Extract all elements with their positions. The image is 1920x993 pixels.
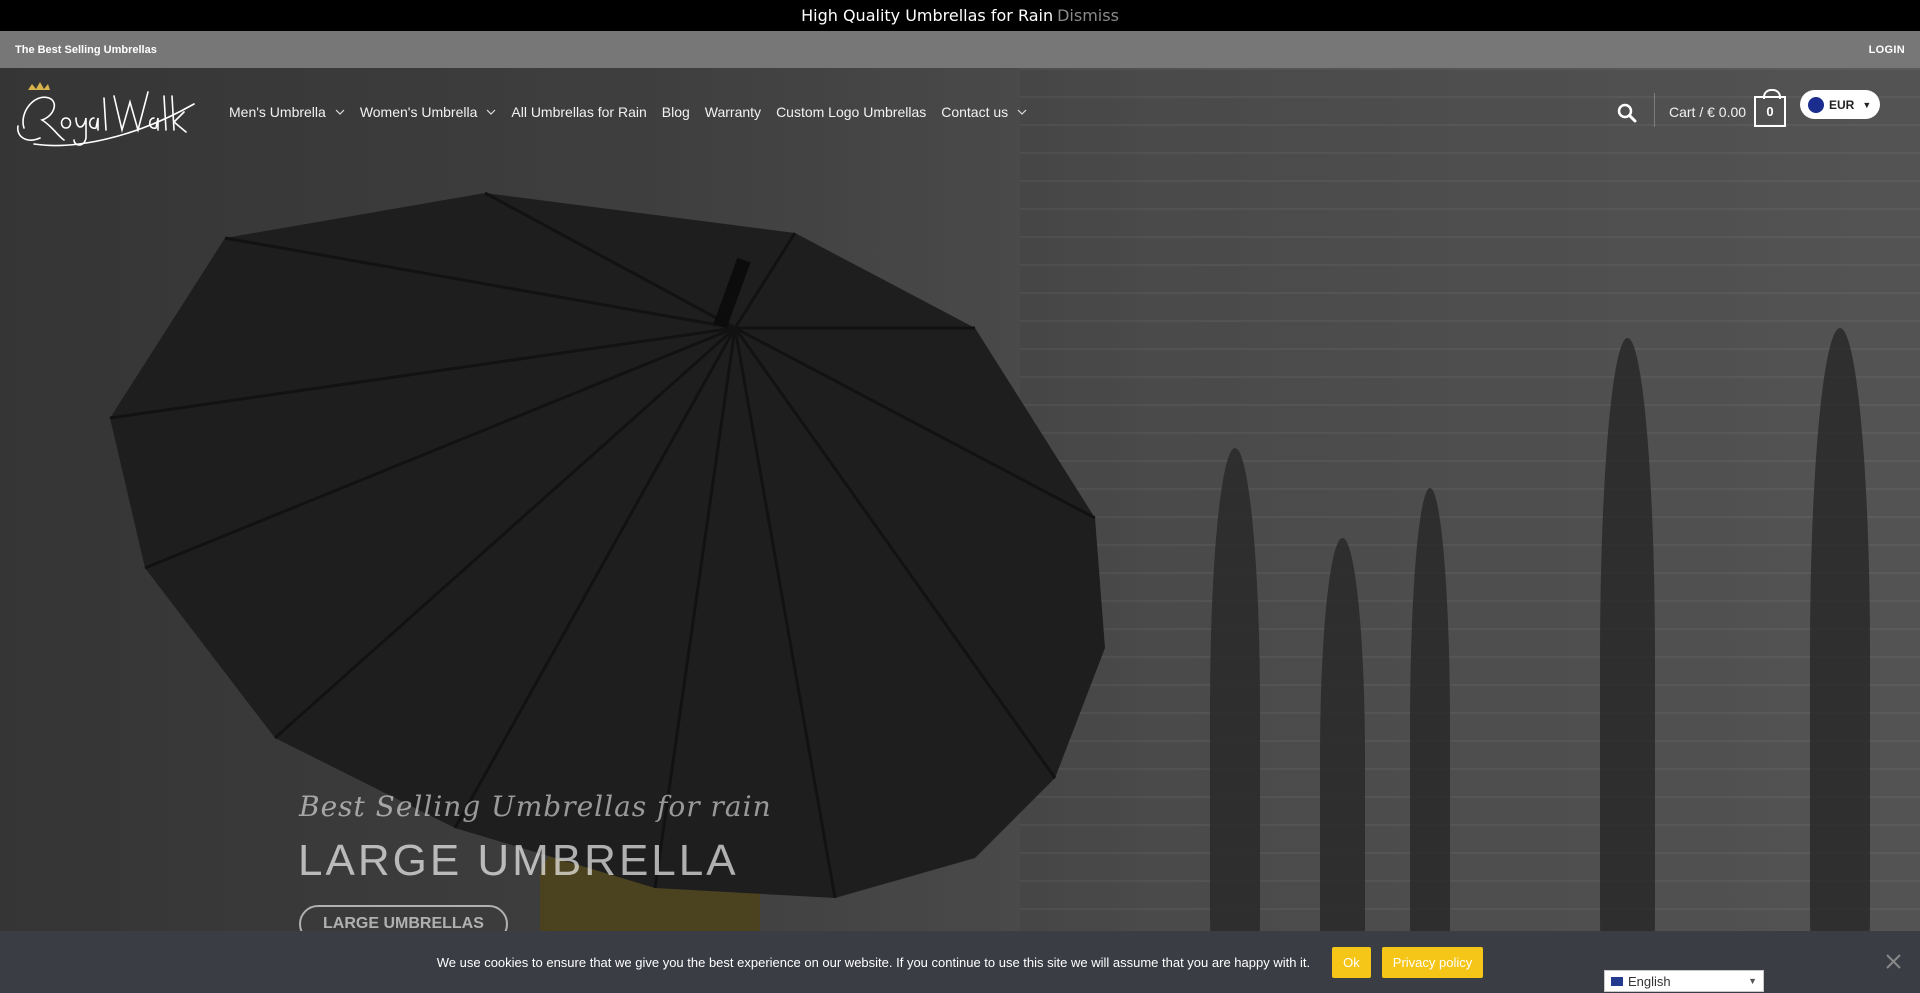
currency-label: EUR	[1829, 97, 1855, 112]
chevron-down-icon	[335, 109, 345, 115]
hero-headline: LARGE UMBRELLA	[298, 836, 739, 885]
announcement-bar: High Quality Umbrellas for Rain Dismiss	[0, 0, 1920, 31]
nav-item-custom-logo-umbrellas[interactable]: Custom Logo Umbrellas	[776, 104, 926, 120]
site-header: Men's Umbrella Women's Umbrella All Umbr…	[0, 68, 1920, 158]
nav-item-warranty[interactable]: Warranty	[705, 104, 761, 120]
dismiss-link[interactable]: Dismiss	[1057, 6, 1119, 25]
top-bar: The Best Selling Umbrellas LOGIN	[0, 31, 1920, 68]
chevron-down-icon	[1017, 109, 1027, 115]
announcement-text: High Quality Umbrellas for Rain	[801, 6, 1054, 25]
caret-down-icon: ▼	[1862, 99, 1872, 110]
hero-overlay	[0, 68, 1920, 993]
nav-item-womens-umbrella[interactable]: Women's Umbrella	[360, 104, 497, 120]
cart-count-badge[interactable]: 0	[1754, 89, 1786, 127]
cookie-message: We use cookies to ensure that we give yo…	[436, 954, 1311, 970]
close-icon[interactable]	[1885, 953, 1902, 970]
nav-item-contact-us[interactable]: Contact us	[941, 104, 1027, 120]
nav-item-blog[interactable]: Blog	[662, 104, 690, 120]
nav-item-label: Contact us	[941, 104, 1009, 120]
cart-link[interactable]: Cart / € 0.00	[1669, 104, 1746, 120]
nav-item-label: All Umbrellas for Rain	[511, 104, 647, 120]
caret-down-icon: ▼	[1748, 976, 1757, 986]
main-nav: Men's Umbrella Women's Umbrella All Umbr…	[229, 104, 1042, 120]
nav-item-label: Blog	[661, 104, 690, 120]
header-divider	[1654, 93, 1655, 127]
language-label: English	[1628, 973, 1671, 989]
top-bar-text: The Best Selling Umbrellas	[15, 43, 157, 56]
nav-item-all-umbrellas[interactable]: All Umbrellas for Rain	[511, 104, 646, 120]
royal-walk-logo[interactable]	[14, 78, 199, 148]
nav-item-label: Custom Logo Umbrellas	[776, 104, 927, 120]
nav-item-label: Women's Umbrella	[359, 104, 478, 120]
privacy-policy-button[interactable]: Privacy policy	[1381, 946, 1484, 978]
hero-banner	[0, 68, 1920, 993]
language-selector[interactable]: English ▼	[1604, 970, 1764, 992]
currency-switcher[interactable]: EUR ▼	[1800, 90, 1880, 119]
chevron-down-icon	[486, 109, 496, 115]
search-icon[interactable]	[1617, 103, 1637, 123]
eu-flag-icon	[1808, 96, 1824, 113]
login-link[interactable]: LOGIN	[1869, 44, 1905, 56]
nav-item-label: Warranty	[704, 104, 762, 120]
nav-item-mens-umbrella[interactable]: Men's Umbrella	[229, 104, 345, 120]
hero-tagline: Best Selling Umbrellas for rain	[299, 790, 772, 823]
nav-item-label: Men's Umbrella	[229, 104, 326, 120]
cookie-ok-button[interactable]: Ok	[1332, 946, 1371, 978]
uk-flag-icon	[1611, 976, 1623, 986]
